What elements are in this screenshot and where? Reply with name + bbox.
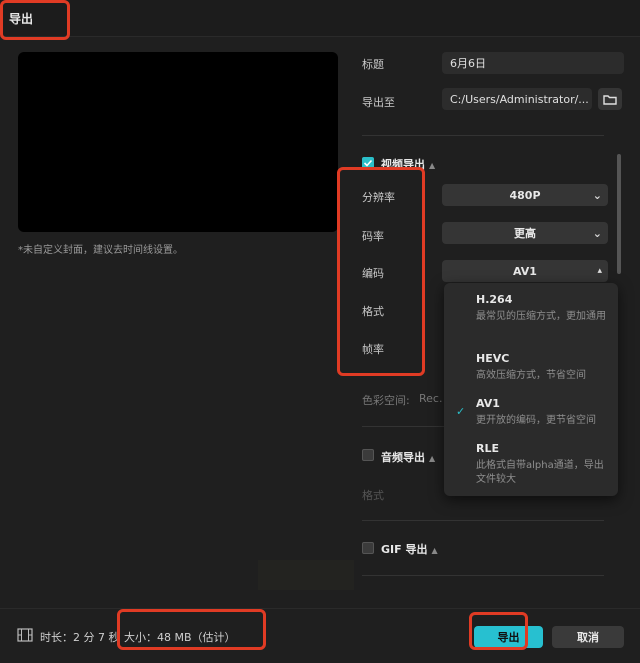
highlight-box-export [469, 612, 528, 650]
footer-divider [0, 608, 640, 609]
audio-format-label: 格式 [362, 489, 384, 502]
codec-option-av1[interactable]: AV1 更开放的编码，更节省空间 [476, 397, 612, 428]
divider [362, 520, 604, 521]
cancel-button-label: 取消 [577, 631, 599, 644]
audio-export-section-title[interactable]: 音频导出 ▲ [381, 449, 435, 465]
audio-export-label: 音频导出 [381, 451, 425, 464]
duration-text: 时长：2 分 7 秒 [40, 631, 120, 644]
option-desc: 更开放的编码，更节省空间 [476, 415, 596, 426]
codec-option-rle[interactable]: RLE 此格式自带alpha通道，导出文件较大 [476, 442, 612, 487]
export-path-field[interactable]: C:/Users/Administrator/... [442, 88, 592, 110]
export-path-value: C:/Users/Administrator/... [450, 92, 589, 106]
cancel-button[interactable]: 取消 [552, 626, 624, 648]
gif-export-label: GIF 导出 [381, 543, 428, 556]
collapse-caret-icon: ▲ [429, 161, 436, 170]
highlight-box-size [117, 609, 266, 650]
faint-overlay [258, 560, 354, 590]
chevron-down-icon: ⌄ [592, 226, 602, 240]
film-icon [17, 628, 33, 642]
option-desc: 最常见的压缩方式，更加通用 [476, 311, 606, 322]
divider [362, 575, 604, 576]
collapse-caret-icon: ▲ [429, 454, 436, 463]
codec-option-hevc[interactable]: HEVC 高效压缩方式，节省空间 [476, 352, 612, 383]
option-name: H.264 [476, 293, 513, 306]
gif-export-checkbox[interactable] [362, 542, 374, 554]
resolution-select[interactable]: 480P ⌄ [442, 184, 608, 206]
title-label: 标题 [362, 58, 384, 71]
codec-option-h264[interactable]: H.264 最常见的压缩方式，更加通用 [476, 293, 612, 324]
export-to-label: 导出至 [362, 96, 395, 109]
option-name: HEVC [476, 352, 510, 365]
option-desc: 此格式自带alpha通道，导出文件较大 [476, 460, 604, 485]
folder-icon [603, 94, 617, 105]
browse-folder-button[interactable] [598, 88, 622, 110]
video-preview [18, 52, 338, 232]
bitrate-value: 更高 [514, 227, 536, 240]
selected-check-icon: ✓ [456, 405, 466, 418]
codec-select[interactable]: AV1 ▴ [442, 260, 608, 282]
title-bar: 导出 [0, 0, 640, 37]
option-name: RLE [476, 442, 499, 455]
highlight-box-settings [337, 167, 425, 376]
codec-dropdown-menu: H.264 最常见的压缩方式，更加通用 HEVC 高效压缩方式，节省空间 ✓ A… [444, 283, 618, 496]
divider [362, 135, 604, 136]
settings-scrollbar[interactable] [617, 154, 621, 274]
resolution-value: 480P [509, 188, 541, 202]
collapse-caret-icon: ▲ [431, 546, 438, 555]
highlight-box-title [0, 0, 70, 40]
bitrate-select[interactable]: 更高 ⌄ [442, 222, 608, 244]
colorspace-label: 色彩空间: [362, 394, 410, 407]
gif-export-section-title[interactable]: GIF 导出 ▲ [381, 541, 438, 557]
audio-export-checkbox[interactable] [362, 449, 374, 461]
chevron-down-icon: ⌄ [592, 188, 602, 202]
option-name: AV1 [476, 397, 500, 410]
colorspace-value: Rec. [419, 392, 443, 405]
chevron-up-icon: ▴ [597, 266, 602, 276]
title-input-value: 6月6日 [450, 57, 486, 70]
cover-note: *未自定义封面，建议去时间线设置。 [18, 245, 183, 256]
title-input[interactable]: 6月6日 [442, 52, 624, 74]
option-desc: 高效压缩方式，节省空间 [476, 370, 586, 381]
codec-value: AV1 [513, 264, 537, 278]
